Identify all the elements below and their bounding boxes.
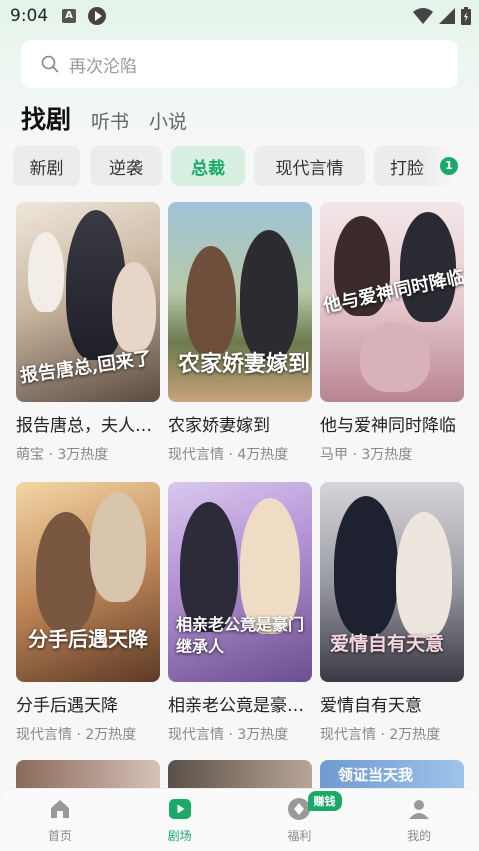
drama-title: 分手后遇天降 <box>16 696 118 716</box>
profile-icon <box>409 800 430 819</box>
main-tabs: 找剧 听书 小说 <box>21 100 187 136</box>
poster-title: 农家娇妻嫁到 <box>178 351 311 377</box>
drama-card[interactable]: 分手后遇天降 分手后遇天降 现代言情 · 2万热度 <box>16 482 160 744</box>
nav-welfare-label: 福利 <box>287 829 312 843</box>
drama-meta: 现代言情 · 2万热度 <box>16 727 137 743</box>
category-count-badge: 1 <box>440 157 458 175</box>
search-icon <box>41 55 59 73</box>
category-chips: 新剧 逆袭 总裁 现代言情 打脸 <box>0 146 479 186</box>
drama-card[interactable]: 相亲老公竟是豪门继承人 相亲老公竟是豪门继承人 现代言情 · 3万热度 <box>168 482 312 744</box>
poster-title: 分手后遇天降 <box>28 627 148 651</box>
chip-ceo[interactable]: 总裁 <box>171 146 245 186</box>
search-bar[interactable]: 再次沦陷 <box>21 40 458 88</box>
chip-comeback[interactable]: 逆袭 <box>90 146 162 186</box>
drama-card[interactable]: 爱情自有天意 爱情自有天意 现代言情 · 2万热度 <box>320 482 464 744</box>
drama-poster[interactable]: 爱情自有天意 <box>320 482 464 682</box>
drama-card[interactable]: 农家娇妻嫁到 农家娇妻嫁到 现代言情 · 4万热度 <box>168 202 312 464</box>
chip-modern-romance[interactable]: 现代言情 <box>254 146 365 186</box>
drama-poster[interactable]: 相亲老公竟是豪门继承人 <box>168 482 312 682</box>
drama-poster[interactable]: 农家娇妻嫁到 <box>168 202 312 402</box>
drama-card-partial[interactable] <box>16 760 160 790</box>
drama-poster[interactable]: 他与爱神同时降临 <box>320 202 464 402</box>
partial-poster-title: 领证当天我 <box>338 766 414 784</box>
drama-meta: 现代言情 · 3万热度 <box>168 727 289 743</box>
chip-new[interactable]: 新剧 <box>13 146 80 186</box>
battery-icon <box>461 7 471 25</box>
notification-play-icon <box>88 7 106 25</box>
drama-card-partial[interactable] <box>168 760 312 790</box>
bottom-nav: 首页 剧场 福利 赚钱 我的 <box>0 788 479 851</box>
drama-meta: 萌宝 · 3万热度 <box>16 447 109 463</box>
drama-meta: 现代言情 · 2万热度 <box>320 727 441 743</box>
nav-theater[interactable]: 剧场 <box>120 789 240 851</box>
nav-home-label: 首页 <box>47 829 72 843</box>
drama-meta: 马甲 · 3万热度 <box>320 447 413 463</box>
drama-poster[interactable]: 报告唐总,回来了 <box>16 202 160 402</box>
notification-a-icon: A <box>62 9 76 23</box>
signal-icon <box>439 8 455 24</box>
nav-profile[interactable]: 我的 <box>359 789 479 851</box>
status-time: 9:04 <box>10 6 49 26</box>
tab-find-drama[interactable]: 找剧 <box>21 100 71 136</box>
search-placeholder: 再次沦陷 <box>69 56 137 77</box>
nav-profile-label: 我的 <box>407 829 432 843</box>
poster-title: 爱情自有天意 <box>330 633 445 655</box>
drama-card[interactable]: 他与爱神同时降临 他与爱神同时降临 马甲 · 3万热度 <box>320 202 464 464</box>
theater-play-icon <box>168 799 191 819</box>
drama-title: 相亲老公竟是豪门继承人 <box>168 696 312 716</box>
drama-card-partial[interactable]: 领证当天我 <box>320 760 464 790</box>
nav-welfare[interactable]: 福利 赚钱 <box>240 789 360 851</box>
earn-money-badge: 赚钱 <box>307 791 342 811</box>
drama-poster[interactable]: 分手后遇天降 <box>16 482 160 682</box>
drama-title: 农家娇妻嫁到 <box>168 416 270 436</box>
nav-home[interactable]: 首页 <box>0 789 120 851</box>
wifi-icon <box>413 8 433 24</box>
status-bar: 9:04 A <box>0 0 479 34</box>
tab-audiobook[interactable]: 听书 <box>91 107 129 134</box>
drama-title: 爱情自有天意 <box>320 696 422 716</box>
drama-card[interactable]: 报告唐总,回来了 报告唐总，夫人带着崽回来了 萌宝 · 3万热度 <box>16 202 160 464</box>
home-icon <box>50 800 69 818</box>
drama-meta: 现代言情 · 4万热度 <box>168 447 289 463</box>
tab-novel[interactable]: 小说 <box>149 107 187 134</box>
nav-theater-label: 剧场 <box>167 829 192 843</box>
poster-title: 相亲老公竟是豪门继承人 <box>176 615 305 656</box>
drama-title: 报告唐总，夫人带着崽回来了 <box>16 416 160 436</box>
drama-title: 他与爱神同时降临 <box>320 416 456 436</box>
